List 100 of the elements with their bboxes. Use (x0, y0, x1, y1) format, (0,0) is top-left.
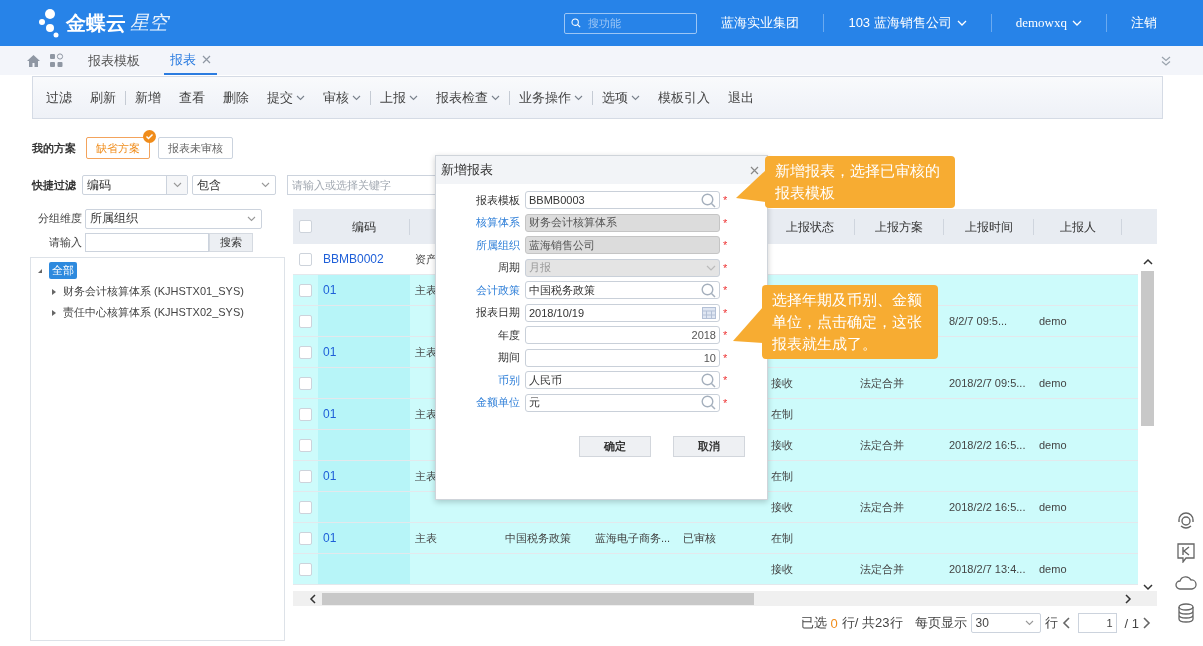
input-field[interactable]: 蓝海销售公司 (525, 236, 720, 255)
collapsed-icon[interactable] (51, 288, 57, 295)
toolbar-button[interactable]: 选项 (592, 88, 649, 107)
tab[interactable]: 报表模板 (82, 46, 146, 75)
code-link[interactable]: 01 (318, 461, 410, 492)
tree-item[interactable]: 责任中心核算体系 (KJHSTX02_SYS) (63, 305, 244, 320)
chevron-down-icon (1025, 620, 1035, 627)
checkbox[interactable] (299, 220, 312, 234)
search-input[interactable] (85, 233, 209, 252)
field-label[interactable]: 会计政策 (442, 282, 520, 298)
code-link[interactable]: BBMB0002 (318, 244, 410, 275)
operator-select[interactable]: 包含 (192, 175, 276, 195)
checkbox[interactable] (299, 283, 312, 297)
checkbox[interactable] (299, 438, 312, 452)
column-header[interactable]: 上报方案 (875, 219, 923, 234)
scheme-button[interactable]: 报表未审核 (158, 137, 233, 159)
field-label[interactable]: 核算体系 (442, 215, 520, 231)
lookup-field[interactable]: 元 (525, 393, 720, 412)
scroll-left-icon[interactable] (309, 593, 316, 604)
checkbox[interactable] (299, 531, 312, 545)
cloud-icon[interactable] (1175, 575, 1197, 591)
close-icon[interactable] (202, 55, 211, 64)
previous-page-icon[interactable] (1061, 617, 1070, 630)
code-link[interactable]: 01 (318, 337, 410, 368)
logout-link[interactable]: 注销 (1131, 14, 1157, 32)
search-icon[interactable] (701, 372, 716, 388)
close-icon[interactable] (750, 165, 759, 175)
field-label[interactable]: 所属组织 (442, 237, 520, 253)
toolbar-button[interactable]: 业务操作 (509, 88, 592, 107)
toolbar-button[interactable]: 提交 (258, 88, 314, 107)
input-field[interactable]: 10 (525, 348, 720, 367)
toolbar-button[interactable]: 刷新 (81, 88, 125, 107)
field-label[interactable]: 币别 (442, 372, 520, 388)
chevron-down-icon (574, 94, 583, 101)
toolbar-button[interactable]: 模板引入 (649, 88, 719, 107)
search-icon[interactable] (701, 282, 716, 298)
collapsed-icon[interactable] (51, 309, 57, 316)
code-link[interactable]: 01 (318, 275, 410, 306)
input-field[interactable]: 财务会计核算体系 (525, 213, 720, 232)
scroll-up-icon[interactable] (1142, 258, 1153, 266)
lookup-field[interactable]: 人民币 (525, 371, 720, 390)
database-icon[interactable] (1177, 603, 1195, 623)
checkbox[interactable] (299, 500, 312, 514)
field-label[interactable]: 金额单位 (442, 395, 520, 411)
search-input[interactable]: 搜功能 (586, 16, 691, 30)
toolbar-button[interactable]: 审核 (314, 88, 370, 107)
scroll-right-icon[interactable] (1125, 593, 1132, 604)
tree-item[interactable]: 财务会计核算体系 (KJHSTX01_SYS) (63, 284, 244, 299)
headset-icon[interactable] (1176, 511, 1196, 531)
scheme-label: 我的方案 (32, 140, 76, 156)
checkbox[interactable] (299, 469, 312, 483)
expanded-icon[interactable] (37, 267, 43, 274)
check-badge-icon (143, 130, 156, 143)
k-icon[interactable] (1177, 543, 1195, 563)
horizontal-scrollbar[interactable] (293, 591, 1157, 606)
search-icon[interactable] (701, 192, 716, 208)
toolbar-button[interactable]: 退出 (719, 88, 763, 107)
double-chevron-icon[interactable] (1161, 55, 1171, 66)
toolbar-button[interactable]: 删除 (214, 88, 258, 107)
code-link[interactable]: 01 (318, 399, 410, 430)
keyword-field[interactable]: 请输入或选择关键字 (287, 175, 437, 195)
toolbar-button[interactable]: 报表检查 (427, 88, 509, 107)
table-cell: 2018/2/7 13:4... (949, 563, 1026, 576)
input-field[interactable]: 2018 (525, 326, 720, 345)
page-size-select[interactable]: 30 (970, 613, 1041, 634)
toolbar-button[interactable]: 过滤 (37, 88, 81, 107)
checkbox[interactable] (299, 376, 312, 390)
next-page-icon[interactable] (1143, 617, 1151, 630)
home-icon[interactable] (26, 53, 41, 68)
checkbox[interactable] (299, 252, 312, 266)
tree-item[interactable]: 全部 (49, 262, 77, 279)
column-header[interactable]: 上报状态 (786, 219, 834, 234)
checkbox[interactable] (299, 562, 312, 576)
user-dropdown[interactable]: demowxq (1015, 15, 1082, 31)
checkbox[interactable] (299, 407, 312, 421)
page-field[interactable]: 1 (1077, 613, 1117, 634)
search-button[interactable]: 搜索 (209, 233, 253, 252)
field-select[interactable]: 编码 (82, 175, 188, 195)
calendar-icon[interactable] (702, 306, 716, 319)
organization-dropdown[interactable]: 103 蓝海销售公司 (848, 14, 967, 32)
toolbar-button[interactable]: 新增 (125, 88, 170, 107)
scroll-down-icon[interactable] (1142, 584, 1153, 592)
date-field[interactable]: 2018/10/19 (525, 303, 720, 322)
toolbar-button[interactable]: 查看 (170, 88, 214, 107)
column-header[interactable]: 上报时间 (964, 219, 1013, 234)
code-link[interactable]: 01 (318, 523, 410, 554)
chevron-icon[interactable] (706, 264, 716, 271)
column-header[interactable]: 编码 (351, 219, 376, 234)
group-select[interactable]: 所属组织 (85, 208, 262, 229)
search-field[interactable]: 搜功能 (564, 12, 698, 34)
dialog-button[interactable]: 确定 (579, 436, 651, 457)
lookup-field[interactable]: BBMB0003 (525, 191, 720, 210)
toolbar-button[interactable]: 上报 (370, 88, 427, 107)
column-header[interactable]: 上报人 (1059, 219, 1096, 234)
search-icon[interactable] (701, 395, 716, 411)
checkbox[interactable] (299, 314, 312, 328)
lookup-field[interactable]: 中国税务政策 (525, 281, 720, 300)
checkbox[interactable] (299, 345, 312, 359)
dialog-button[interactable]: 取消 (673, 436, 745, 457)
apps-icon[interactable] (49, 53, 64, 68)
